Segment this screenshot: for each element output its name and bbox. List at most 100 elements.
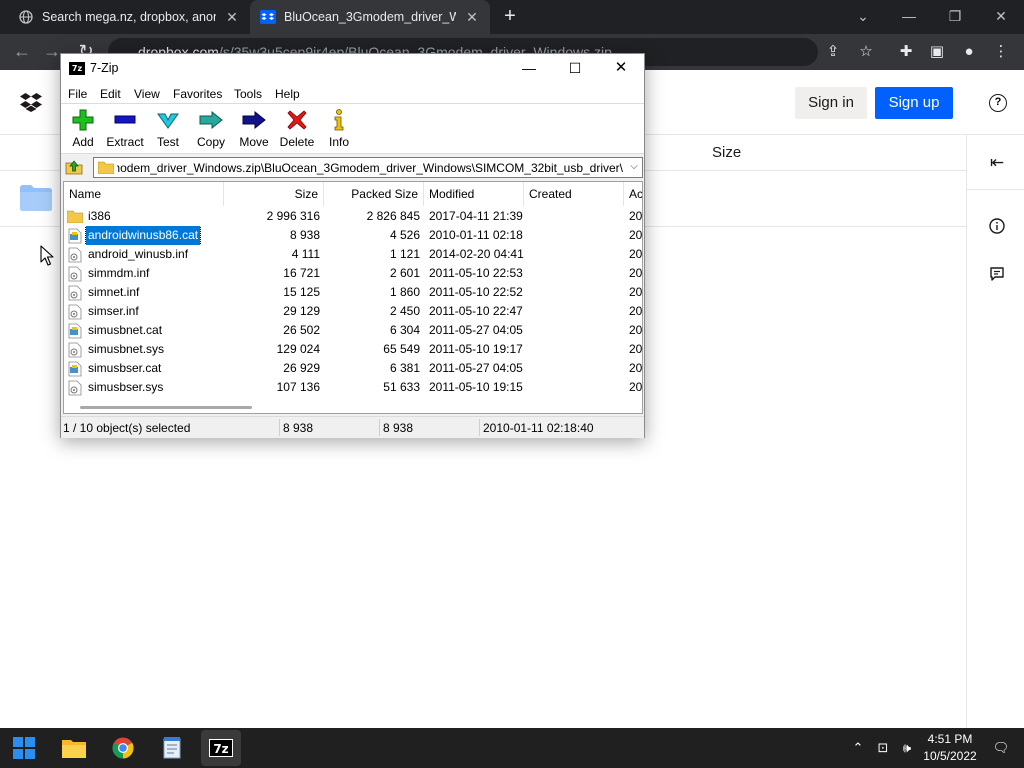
column-header-created[interactable]: Created: [524, 182, 624, 206]
column-header-accessed[interactable]: Ac: [624, 182, 642, 206]
7zip-app-icon[interactable]: 7z: [69, 62, 85, 75]
table-row[interactable]: simusbser.sys 107 136 51 633 2011-05-10 19:…: [64, 378, 642, 397]
column-header-name[interactable]: Name: [64, 182, 224, 206]
cell-accessed: 20: [629, 228, 643, 242]
help-icon[interactable]: ?: [989, 94, 1007, 112]
notification-icon[interactable]: 🗨: [991, 738, 1011, 758]
tab-search-icon[interactable]: ⌄: [840, 0, 886, 34]
volume-icon[interactable]: 🕪: [897, 738, 917, 758]
cell-name[interactable]: androidwinusb86.cat: [67, 226, 222, 245]
table-row[interactable]: androidwinusb86.cat 8 938 4 526 2010-01-11 …: [64, 226, 643, 245]
cell-name[interactable]: simnet.inf: [67, 283, 222, 302]
status-modified: 2010-01-11 02:18:40: [483, 421, 594, 435]
cell-name[interactable]: simusbnet.sys: [67, 340, 222, 359]
cell-name[interactable]: simmdm.inf: [67, 264, 222, 283]
restore-icon[interactable]: ❐: [932, 0, 978, 34]
copy-button[interactable]: Copy: [189, 108, 233, 152]
cell-modified: 2014-02-20 04:41: [429, 247, 524, 261]
table-row[interactable]: simusbser.cat 26 929 6 381 2011-05-27 04:05…: [64, 359, 642, 378]
browser-tab-strip: Search mega.nz, dropbox, anonfi ✕ BluOce…: [0, 0, 1024, 34]
column-header-modified[interactable]: Modified: [424, 182, 524, 206]
minimize-icon[interactable]: —: [506, 54, 552, 84]
share-icon[interactable]: ⇪: [823, 42, 843, 62]
tab-title: Search mega.nz, dropbox, anonfi: [42, 10, 216, 24]
table-row[interactable]: i386 2 996 316 2 826 845 2017-04-11 21:39 20: [64, 207, 642, 226]
file-explorer-button[interactable]: [54, 730, 94, 766]
profile-icon[interactable]: ●: [959, 42, 979, 62]
size-column-header[interactable]: Size: [712, 144, 741, 161]
menu-file[interactable]: File: [68, 87, 87, 101]
notepad-icon: [163, 737, 181, 759]
scrollbar-thumb[interactable]: [80, 406, 252, 409]
up-folder-icon[interactable]: [65, 158, 83, 176]
delete-button[interactable]: Delete: [275, 108, 319, 152]
chrome-menu-icon[interactable]: ⋮: [991, 42, 1011, 62]
cell-name[interactable]: simser.inf: [67, 302, 222, 321]
system-clock[interactable]: 4:51 PM 10/5/2022: [919, 731, 981, 765]
info-icon[interactable]: [987, 218, 1007, 238]
menu-tools[interactable]: Tools: [234, 87, 262, 101]
table-row[interactable]: simnet.inf 15 125 1 860 2011-05-10 22:52 20: [64, 283, 642, 302]
bookmark-star-icon[interactable]: ☆: [856, 42, 876, 62]
setup-file-icon: [67, 247, 83, 263]
close-window-icon[interactable]: ✕: [978, 0, 1024, 34]
7zip-titlebar[interactable]: 7z 7-Zip — ☐ ✕: [61, 54, 644, 84]
maximize-icon[interactable]: ☐: [552, 54, 598, 84]
collapse-panel-icon[interactable]: ⇤: [987, 153, 1007, 173]
table-row[interactable]: simmdm.inf 16 721 2 601 2011-05-10 22:53 20: [64, 264, 642, 283]
toolbar: Add Extract Test Copy Move Delete Info: [61, 104, 644, 154]
cell-name[interactable]: i386: [67, 207, 222, 226]
horizontal-scrollbar[interactable]: [66, 401, 640, 413]
dropbox-right-panel: ⇤: [966, 135, 1024, 728]
move-label: Move: [239, 135, 269, 149]
menu-view[interactable]: View: [134, 87, 160, 101]
dropbox-logo-icon[interactable]: [20, 92, 42, 112]
cell-name[interactable]: simusbnet.cat: [67, 321, 222, 340]
7zip-taskbar-button[interactable]: 7z: [201, 730, 241, 766]
cell-modified: 2011-05-10 22:52: [429, 285, 523, 299]
chevron-up-icon[interactable]: ⌃: [848, 738, 868, 758]
notepad-button[interactable]: [152, 730, 192, 766]
column-header-packed-size[interactable]: Packed Size: [324, 182, 424, 206]
sign-up-button[interactable]: Sign up: [875, 87, 953, 119]
menu-favorites[interactable]: Favorites: [173, 87, 222, 101]
table-row[interactable]: simusbnet.cat 26 502 6 304 2011-05-27 04:05…: [64, 321, 642, 340]
close-window-icon[interactable]: ✕: [598, 54, 644, 84]
cell-created: [529, 207, 624, 226]
cell-name[interactable]: android_winusb.inf: [67, 245, 222, 264]
column-header-size[interactable]: Size: [224, 182, 324, 206]
add-button[interactable]: Add: [61, 108, 105, 152]
browser-tab-search[interactable]: Search mega.nz, dropbox, anonfi ✕: [8, 0, 250, 34]
minimize-icon[interactable]: —: [886, 0, 932, 34]
network-icon[interactable]: ⊡: [873, 738, 893, 758]
start-button[interactable]: [4, 730, 44, 766]
back-icon[interactable]: ←: [10, 40, 34, 64]
path-input[interactable]: C:\Users\user\Downloads\BluOcean_3Gmodem…: [93, 157, 643, 178]
new-tab-button[interactable]: +: [498, 5, 522, 29]
table-row[interactable]: simser.inf 29 129 2 450 2011-05-10 22:47 20: [64, 302, 642, 321]
7zip-icon: 7z: [209, 739, 233, 757]
sign-in-button[interactable]: Sign in: [795, 87, 867, 119]
table-row[interactable]: simusbnet.sys 129 024 65 549 2011-05-10 19:…: [64, 340, 642, 359]
side-panel-icon[interactable]: ▣: [927, 42, 947, 62]
cell-name[interactable]: simusbser.sys: [67, 378, 222, 397]
table-row[interactable]: android_winusb.inf 4 111 1 121 2014-02-20 0…: [64, 245, 642, 264]
close-tab-icon[interactable]: ✕: [224, 9, 240, 26]
chevron-down-icon[interactable]: ⌵: [628, 160, 640, 174]
extensions-icon[interactable]: ✚: [896, 42, 916, 62]
move-button[interactable]: Move: [232, 108, 276, 152]
extract-button[interactable]: Extract: [103, 108, 147, 152]
cell-name[interactable]: simusbser.cat: [67, 359, 222, 378]
folder-icon: [67, 209, 84, 225]
close-tab-icon[interactable]: ✕: [464, 9, 480, 26]
cell-created: [529, 264, 624, 283]
test-button[interactable]: Test: [146, 108, 190, 152]
menu-help[interactable]: Help: [275, 87, 300, 101]
chrome-button[interactable]: [103, 730, 143, 766]
comment-icon[interactable]: [987, 266, 1007, 286]
info-button[interactable]: Info: [317, 108, 361, 152]
browser-tab-dropbox[interactable]: BluOcean_3Gmodem_driver_Win ✕: [250, 0, 490, 34]
menu-edit[interactable]: Edit: [100, 87, 121, 101]
add-icon: [61, 108, 105, 132]
file-list[interactable]: Name Size Packed Size Modified Created A…: [63, 181, 643, 414]
